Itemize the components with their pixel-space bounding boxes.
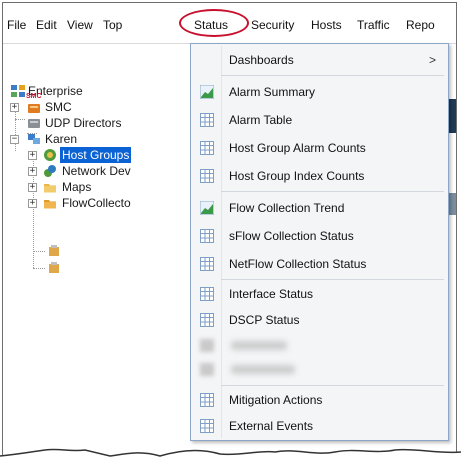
menu-hosts[interactable]: Hosts xyxy=(311,17,342,33)
menu-security[interactable]: Security xyxy=(251,17,294,33)
smc-badge: SMC xyxy=(26,93,42,100)
blurred-label xyxy=(231,365,295,374)
menu-item-netflow-collection-status[interactable]: NetFlow Collection Status xyxy=(191,250,448,278)
table-icon xyxy=(200,141,214,155)
menu-item-label: Alarm Table xyxy=(229,113,293,127)
collector-icon xyxy=(49,262,59,273)
menu-item-label: Flow Collection Trend xyxy=(229,201,345,215)
smc-server-icon xyxy=(28,104,40,113)
menu-separator xyxy=(221,191,444,192)
menu-item-label: Alarm Summary xyxy=(229,85,316,99)
menu-bar: File Edit View Top Status Security Hosts… xyxy=(3,3,456,44)
table-icon xyxy=(200,257,214,271)
flow-collectors-folder-icon xyxy=(44,200,56,209)
tree-item-label: Karen xyxy=(45,132,78,146)
udp-director-icon xyxy=(28,119,40,128)
menu-top[interactable]: Top xyxy=(103,17,122,33)
tree-connector xyxy=(15,119,25,120)
menu-item-mitigation-actions[interactable]: Mitigation Actions xyxy=(191,386,448,414)
menu-item-sflow-collection-status[interactable]: sFlow Collection Status xyxy=(191,222,448,250)
menu-item-host-group-alarm-counts[interactable]: Host Group Alarm Counts xyxy=(191,134,448,162)
menu-item-label: NetFlow Collection Status xyxy=(229,257,367,271)
menu-item-label: Dashboards xyxy=(229,53,294,67)
menu-file[interactable]: File xyxy=(7,17,26,33)
menu-edit[interactable]: Edit xyxy=(36,17,57,33)
menu-item-label: sFlow Collection Status xyxy=(229,229,354,243)
collapse-icon[interactable]: − xyxy=(10,135,19,144)
table-icon xyxy=(200,287,214,301)
menu-item-host-group-index-counts[interactable]: Host Group Index Counts xyxy=(191,162,448,190)
tree-connector xyxy=(33,251,45,252)
enterprise-icon xyxy=(11,85,25,97)
status-dropdown-menu: Dashboards > Alarm Summary Alarm Table H… xyxy=(190,43,449,441)
menu-reports[interactable]: Repo xyxy=(406,17,435,33)
submenu-chevron-icon: > xyxy=(428,53,436,67)
tree-item-label: FlowCollecto xyxy=(62,196,131,210)
menu-separator xyxy=(221,75,444,76)
menu-item-alarm-summary[interactable]: Alarm Summary xyxy=(191,78,448,106)
tree-item-label: SMC xyxy=(45,100,72,114)
expand-icon[interactable]: + xyxy=(28,151,37,160)
menu-item-interface-status[interactable]: Interface Status xyxy=(191,280,448,308)
app-window: File Edit View Top Status Security Hosts… xyxy=(2,2,457,464)
maps-folder-icon xyxy=(44,184,56,193)
tree-item-label: UDP Directors xyxy=(45,116,122,130)
menu-item-label: Mitigation Actions xyxy=(229,393,323,407)
chart-icon xyxy=(200,201,214,215)
menu-item-label: DSCP Status xyxy=(229,313,300,327)
menu-item-dashboards[interactable]: Dashboards > xyxy=(191,46,448,74)
blurred-label xyxy=(231,341,287,350)
domain-icon xyxy=(28,134,40,144)
expand-icon[interactable]: + xyxy=(10,103,19,112)
menu-traffic[interactable]: Traffic xyxy=(357,17,390,33)
expand-icon[interactable]: + xyxy=(28,183,37,192)
menu-view[interactable]: View xyxy=(67,17,93,33)
table-icon xyxy=(200,169,214,183)
menu-item-blurred-2[interactable] xyxy=(191,355,448,383)
menu-item-label: Interface Status xyxy=(229,287,314,301)
expand-icon[interactable]: + xyxy=(28,167,37,176)
tree-item-label: Maps xyxy=(62,180,92,194)
table-icon xyxy=(200,313,214,327)
chart-icon xyxy=(200,85,214,99)
expand-icon[interactable]: + xyxy=(28,199,37,208)
torn-edge-decoration xyxy=(0,448,461,466)
blurred-icon xyxy=(200,339,214,352)
tree-item-label-selected: Host Groups xyxy=(60,147,132,163)
tree-connector xyxy=(33,268,45,269)
tree-item-label: Network Dev xyxy=(62,164,131,178)
menu-item-alarm-table[interactable]: Alarm Table xyxy=(191,106,448,134)
table-icon xyxy=(200,113,214,127)
menu-item-flow-collection-trend[interactable]: Flow Collection Trend xyxy=(191,194,448,222)
menu-item-label: Host Group Index Counts xyxy=(229,169,365,183)
collector-icon xyxy=(49,245,59,256)
table-icon xyxy=(200,393,214,407)
menu-item-label: Host Group Alarm Counts xyxy=(229,141,366,155)
host-groups-icon xyxy=(44,149,56,161)
blurred-icon xyxy=(200,363,214,376)
status-highlight-ring xyxy=(179,9,249,37)
network-devices-icon xyxy=(44,165,56,177)
menu-item-dscp-status[interactable]: DSCP Status xyxy=(191,306,448,334)
table-icon xyxy=(200,229,214,243)
